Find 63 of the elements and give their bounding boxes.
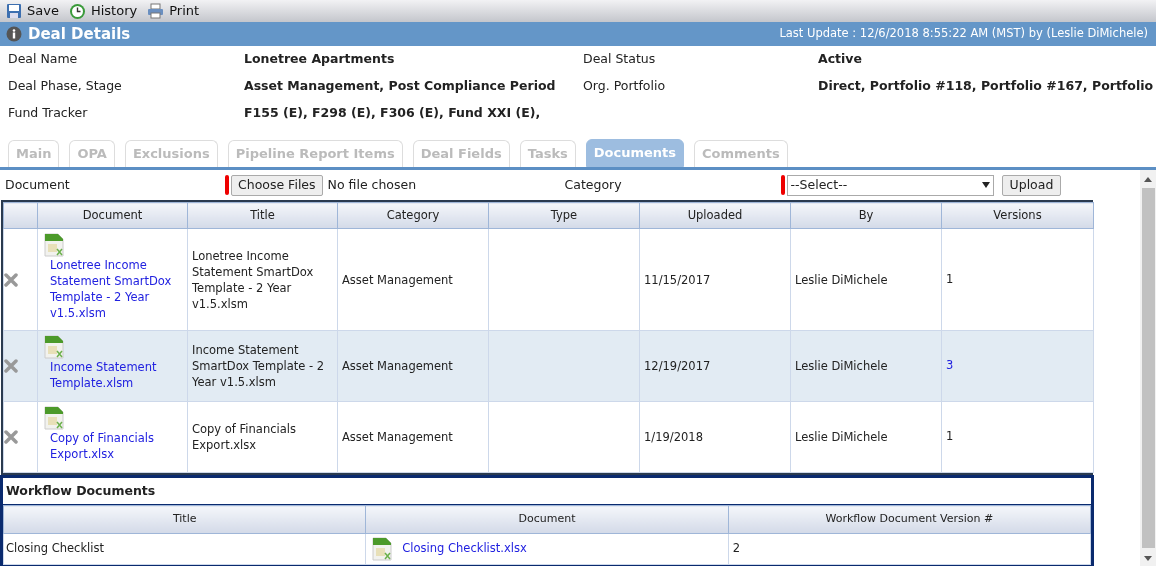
- column-header: Workflow Document Version #: [728, 505, 1091, 534]
- column-header: Uploaded: [639, 202, 791, 229]
- field-label: Fund Tracker: [8, 104, 89, 123]
- header-cell: [3, 202, 38, 229]
- choose-files-button[interactable]: Choose Files: [231, 174, 323, 196]
- table-cell: Closing Checklist: [3, 533, 366, 565]
- document-label: Document: [5, 175, 71, 194]
- clock-icon: [68, 2, 86, 20]
- column-header: Category: [337, 202, 489, 229]
- column-header: Title: [3, 505, 366, 534]
- table-cell: 11/15/2017: [639, 228, 791, 331]
- print-button[interactable]: Print: [147, 1, 200, 21]
- column-header: Document: [37, 202, 188, 229]
- field-label: Deal Name: [8, 50, 79, 69]
- table-cell: Asset Management: [337, 401, 489, 473]
- field-label: Org. Portfolio: [583, 77, 667, 96]
- field-value: F155 (E), F298 (E), F306 (E), Fund XXI (E),: [244, 104, 542, 123]
- category-label: Category: [564, 175, 623, 194]
- table-cell: Asset Management: [337, 330, 489, 402]
- file-status-text: No file chosen: [327, 175, 418, 194]
- spreadsheet-file-icon: [44, 335, 64, 359]
- field-value: Lonetree Apartments: [244, 50, 396, 69]
- info-icon: [6, 26, 22, 42]
- spreadsheet-file-icon: [44, 406, 64, 430]
- header-title: Deal Details: [28, 23, 131, 45]
- spreadsheet-file-icon: [44, 233, 64, 257]
- upload-button[interactable]: Upload: [1001, 174, 1062, 196]
- table-cell: Copy of Financials Export.xlsx: [187, 401, 338, 473]
- table-cell: Lonetree Income Statement SmartDox Template - 2 Year v1.5.xlsm: [187, 228, 338, 331]
- column-header: Title: [187, 202, 338, 229]
- table-cell: Income Statement SmartDox Template - 2 Year v1.5.xlsm: [187, 330, 338, 402]
- table-cell: Leslie DiMichele: [790, 401, 942, 473]
- versions-text: 1: [946, 429, 954, 444]
- delete-icon[interactable]: [4, 430, 18, 444]
- scrollbar[interactable]: [1140, 170, 1156, 566]
- table-cell: 12/19/2017: [639, 330, 791, 402]
- field-value: Active: [818, 50, 863, 69]
- table-cell: 1/19/2018: [639, 401, 791, 473]
- category-select[interactable]: --Select--: [786, 174, 994, 196]
- field-label: Deal Phase, Stage: [8, 77, 123, 96]
- dropdown-caret-icon: [981, 182, 990, 188]
- versions-text: 1: [946, 271, 954, 286]
- column-header: By: [790, 202, 942, 229]
- table-cell: 2: [728, 533, 1091, 565]
- table-cell: Leslie DiMichele: [790, 228, 942, 331]
- spreadsheet-file-icon: [372, 537, 393, 561]
- delete-icon[interactable]: [4, 272, 18, 287]
- history-button[interactable]: History: [68, 1, 138, 21]
- delete-icon[interactable]: [4, 359, 18, 373]
- last-update-text: Last Update : 12/6/2018 8:55:22 AM (MST) by (Leslie DiMichele): [779, 25, 1148, 43]
- column-header: Type: [488, 202, 640, 229]
- column-header: Versions: [941, 202, 1094, 229]
- printer-icon: [147, 3, 165, 19]
- versions-link[interactable]: 3: [946, 358, 954, 373]
- field-value: Asset Management, Post Compliance Period: [244, 77, 557, 96]
- column-header: Document: [365, 505, 729, 534]
- field-value: Direct, Portfolio #118, Portfolio #167, Portfolio: [818, 77, 1155, 96]
- table-cell: Asset Management: [337, 228, 489, 331]
- field-label: Deal Status: [583, 50, 657, 69]
- scrollbar-thumb[interactable]: [1141, 188, 1155, 548]
- save-button[interactable]: Save: [6, 1, 59, 21]
- table-cell: Leslie DiMichele: [790, 330, 942, 402]
- document-link[interactable]: Closing Checklist.xlsx: [402, 540, 527, 558]
